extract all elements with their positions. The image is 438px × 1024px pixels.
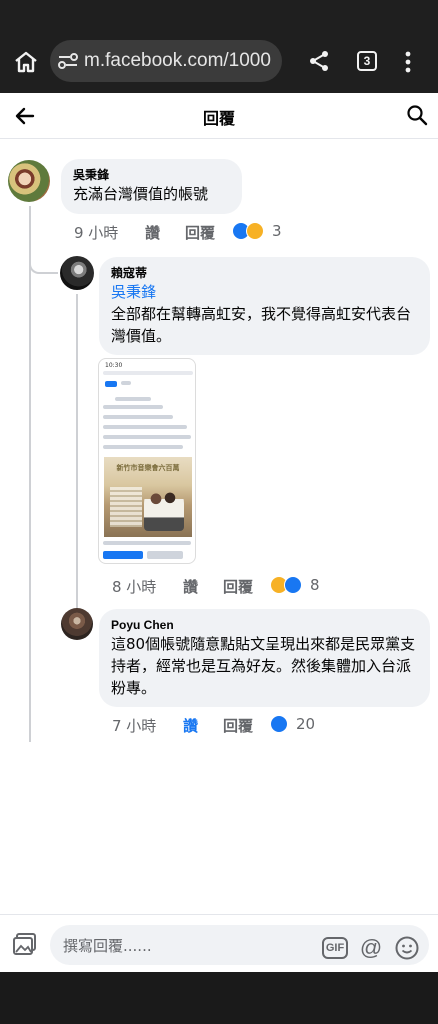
mention-link[interactable]: 吳秉鋒	[111, 281, 418, 303]
reaction-summary[interactable]: 8	[270, 576, 330, 598]
attachment-line	[103, 541, 191, 545]
reply-placeholder: 撰寫回覆......	[63, 937, 152, 955]
comment-bubble: 吳秉鋒 充滿台灣價值的帳號	[61, 159, 242, 214]
address-bar[interactable]: m.facebook.com/1000	[50, 40, 282, 82]
thread-line	[76, 294, 78, 618]
comment-bubble: Poyu Chen 這80個帳號隨意點貼文呈現出來都是民眾黨支持者，經常也是互為…	[99, 609, 430, 707]
avatar[interactable]	[60, 256, 94, 290]
like-reaction-icon	[284, 576, 302, 594]
attachment-headline: 新竹市音樂會六百萬	[116, 463, 180, 472]
attachment-button	[103, 551, 143, 559]
site-settings-icon[interactable]	[56, 51, 80, 71]
like-button[interactable]: 讚	[183, 576, 198, 597]
thread-connector	[29, 258, 58, 274]
attachment-photo: 新竹市音樂會六百萬	[104, 457, 192, 537]
comment-time[interactable]: 9 小時	[74, 222, 118, 243]
page-header: 回覆	[0, 93, 438, 139]
reply-button[interactable]: 回覆	[223, 576, 253, 597]
attachment-line	[103, 435, 191, 439]
attachment-people	[144, 485, 184, 531]
haha-reaction-icon	[246, 222, 264, 240]
attachment-tab	[105, 381, 117, 387]
attachment-line	[147, 551, 183, 559]
mention-icon[interactable]: @	[358, 935, 384, 961]
reply-button[interactable]: 回覆	[223, 715, 253, 736]
comment-author[interactable]: 吳秉鋒	[73, 167, 230, 183]
reaction-count: 20	[296, 715, 316, 733]
browser-toolbar: m.facebook.com/1000 3	[0, 0, 438, 93]
attached-screenshot[interactable]: 10:30 新竹市音樂會六百萬	[98, 358, 196, 564]
comment-author[interactable]: Poyu Chen	[111, 617, 418, 633]
gif-icon[interactable]: GIF	[322, 937, 348, 959]
thread-line	[29, 206, 31, 742]
like-button[interactable]: 讚	[183, 715, 198, 736]
comment-time[interactable]: 7 小時	[112, 715, 156, 736]
comment-time[interactable]: 8 小時	[112, 576, 156, 597]
attachment-line	[103, 415, 173, 419]
attachment-line	[121, 381, 131, 385]
reaction-summary[interactable]: 20	[270, 715, 330, 737]
attachment-line	[103, 425, 187, 429]
page-title: 回覆	[202, 109, 235, 128]
home-icon[interactable]	[13, 50, 39, 74]
search-icon[interactable]	[406, 104, 428, 126]
attachment-line	[103, 405, 163, 409]
reaction-count: 8	[310, 576, 320, 594]
avatar[interactable]	[61, 608, 93, 640]
comment-text: 這80個帳號隨意點貼文呈現出來都是民眾黨支持者，經常也是互為好友。然後集體加入台…	[111, 635, 416, 697]
attachment-status-time: 10:30	[105, 362, 123, 369]
comment-bubble: 賴寇蒂 吳秉鋒 全部都在幫轉高虹安，我不覺得高虹安代表台灣價值。	[99, 257, 430, 355]
comment-author[interactable]: 賴寇蒂	[111, 265, 418, 281]
photo-icon[interactable]	[12, 932, 38, 956]
comment-actions: 8 小時 讚 回覆 8	[112, 576, 352, 600]
attachment-line	[103, 371, 193, 375]
more-vertical-icon[interactable]	[401, 50, 415, 74]
reaction-summary[interactable]: 3	[232, 222, 292, 244]
comment-actions: 7 小時 讚 回覆 20	[112, 715, 352, 739]
emoji-icon[interactable]	[394, 935, 420, 961]
share-icon[interactable]	[308, 50, 330, 72]
url-text: m.facebook.com/1000	[84, 50, 271, 71]
attachment-table	[110, 487, 142, 527]
system-navigation-bar	[0, 972, 438, 1024]
comment-actions: 9 小時 讚 回覆 3	[74, 222, 314, 246]
attachment-line	[103, 445, 183, 449]
like-button[interactable]: 讚	[145, 222, 160, 243]
reply-button[interactable]: 回覆	[185, 222, 215, 243]
reply-composer: 撰寫回覆...... GIF @	[0, 914, 438, 972]
reaction-count: 3	[272, 222, 282, 240]
like-reaction-icon	[270, 715, 288, 733]
comment-text: 充滿台灣價值的帳號	[73, 185, 209, 203]
avatar[interactable]	[8, 160, 50, 202]
comment-text: 全部都在幫轉高虹安，我不覺得高虹安代表台灣價值。	[111, 305, 412, 345]
attachment-line	[115, 397, 151, 401]
tabs-icon[interactable]: 3	[357, 51, 377, 71]
